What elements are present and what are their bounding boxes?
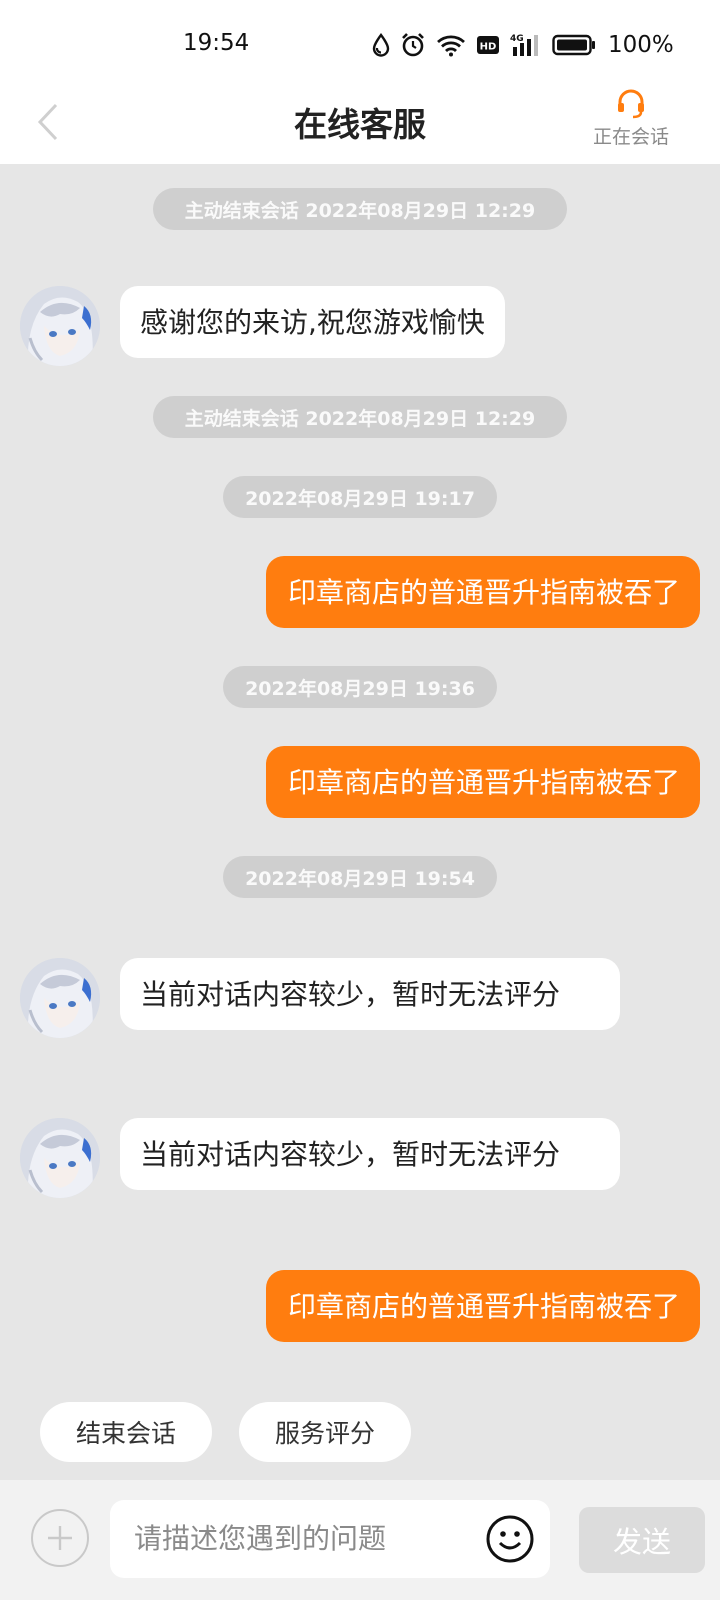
battery-percent: 100%: [608, 32, 674, 58]
status-bar: 19:54 HD 4G 100%: [0, 0, 720, 80]
chat-message-list[interactable]: 主动结束会话 2022年08月29日 12:29 感谢您的来访,祝您游戏愉快 主…: [0, 164, 720, 1480]
end-session-button[interactable]: 结束会话: [40, 1402, 212, 1462]
battery-icon: [552, 34, 596, 56]
incoming-message-bubble: 感谢您的来访,祝您游戏愉快: [120, 286, 505, 358]
headset-icon: [618, 89, 644, 119]
signal-4g-icon: 4G: [510, 32, 542, 58]
session-status-label: 正在会话: [592, 126, 669, 148]
timestamp-pill: 2022年08月29日 19:17: [223, 476, 497, 518]
hd-label: HD: [480, 42, 497, 53]
send-button[interactable]: 发送: [579, 1507, 705, 1573]
agent-avatar: [20, 1118, 100, 1198]
status-time: 19:54: [183, 30, 250, 56]
network-label: 4G: [510, 34, 524, 44]
plus-icon: [48, 1526, 72, 1550]
system-message: 主动结束会话 2022年08月29日 12:29: [153, 188, 567, 230]
incoming-message-bubble: 当前对话内容较少，暂时无法评分: [120, 958, 620, 1030]
timestamp-pill: 2022年08月29日 19:36: [223, 666, 497, 708]
header: 在线客服 正在会话: [0, 80, 720, 164]
water-drop-icon: [372, 33, 390, 57]
outgoing-message-bubble: 印章商店的普通晋升指南被吞了: [265, 746, 700, 818]
smiley-icon: [486, 1515, 534, 1563]
input-bar: 发送: [0, 1480, 720, 1600]
emoji-button[interactable]: [484, 1513, 536, 1565]
incoming-message-bubble: 当前对话内容较少，暂时无法评分: [120, 1118, 620, 1190]
alarm-icon: [400, 32, 426, 58]
attach-button[interactable]: [31, 1509, 89, 1567]
system-message: 主动结束会话 2022年08月29日 12:29: [153, 396, 567, 438]
message-input[interactable]: [134, 1516, 464, 1560]
agent-avatar: [20, 286, 100, 366]
session-status-button[interactable]: 正在会话: [586, 88, 676, 149]
status-icons: HD 4G 100%: [372, 30, 674, 60]
timestamp-pill: 2022年08月29日 19:54: [223, 856, 497, 898]
outgoing-message-bubble: 印章商店的普通晋升指南被吞了: [265, 556, 700, 628]
agent-avatar: [20, 958, 100, 1038]
message-input-box: [110, 1500, 550, 1578]
rate-service-button[interactable]: 服务评分: [239, 1402, 411, 1462]
hd-icon: HD: [476, 35, 500, 55]
outgoing-message-bubble: 印章商店的普通晋升指南被吞了: [265, 1270, 700, 1342]
wifi-icon: [436, 33, 466, 57]
